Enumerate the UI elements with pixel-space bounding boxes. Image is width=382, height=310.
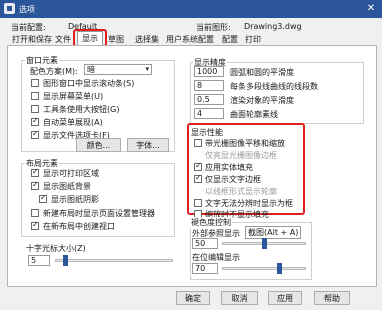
label-wireframe-silhouette: 以线框形式显示轮廓 — [205, 187, 277, 196]
crosshair-size-input[interactable]: 5 — [28, 255, 50, 266]
color-scheme-value: 暗 — [87, 65, 95, 74]
contour-lines-label: 曲面轮廓素线 — [230, 110, 278, 119]
checkbox-solid-fill[interactable] — [194, 161, 202, 171]
ok-button[interactable]: 确定 — [176, 291, 210, 305]
apply-button[interactable]: 应用 — [268, 291, 302, 305]
checkbox-large-buttons[interactable] — [31, 105, 39, 113]
crosshair-slider-thumb[interactable] — [63, 255, 68, 266]
crosshair-slider-track[interactable] — [55, 259, 173, 262]
checkbox-file-tabs[interactable] — [31, 129, 39, 139]
xref-fade-input[interactable]: 50 — [192, 238, 218, 249]
checkbox-paper-shadow[interactable] — [39, 193, 47, 203]
profile-label: 当前配置: — [11, 23, 46, 32]
window-title: 选项 — [19, 5, 35, 14]
polyline-segments-label: 每条多段线曲线的线段数 — [230, 82, 318, 91]
checkbox-auto-menu[interactable] — [31, 116, 39, 126]
checkbox-scrollbars[interactable] — [31, 79, 39, 87]
close-icon[interactable]: ✕ — [364, 2, 378, 16]
checkbox-raster-pan-zoom[interactable] — [194, 139, 202, 147]
label-auto-menu: 自动菜单展现(A) — [43, 118, 103, 127]
label-raster-frame-only: 仅亮显光栅图像边框 — [205, 151, 277, 160]
app-icon — [4, 3, 15, 14]
label-page-setup-manager: 新建布局时显示页面设置管理器 — [43, 209, 155, 218]
label-paper-background: 显示图纸背景 — [43, 182, 91, 191]
label-printable-area: 显示可打印区域 — [43, 169, 99, 178]
drawing-value: Drawing3.dwg — [244, 22, 302, 31]
inplace-fade-slider-track[interactable] — [222, 267, 306, 270]
label-scrollbars: 图形窗口中显示滚动条(S) — [43, 79, 135, 88]
checkbox-create-viewport[interactable] — [31, 220, 39, 230]
inplace-fade-label: 在位编辑显示 — [192, 253, 240, 262]
fonts-button[interactable]: 字体... — [127, 138, 169, 152]
label-paper-shadow: 显示图纸阴影 — [51, 195, 99, 204]
label-large-buttons: 工具条使用大按钮(G) — [43, 105, 120, 114]
arc-smoothness-label: 圆弧和圆的平滑度 — [230, 68, 294, 77]
label-text-as-box: 文字无法分辨时显示为框 — [205, 199, 293, 208]
render-smoothness-label: 渲染对象的平滑度 — [230, 96, 294, 105]
label-screen-menu: 显示屏幕菜单(U) — [43, 92, 104, 101]
checkbox-screen-menu[interactable] — [31, 92, 39, 100]
label-create-viewport: 在新布局中创建视口 — [43, 222, 115, 231]
label-raster-pan-zoom: 带光栅图像平移和缩放 — [205, 139, 285, 148]
render-smoothness-input[interactable]: 0.5 — [194, 94, 224, 105]
help-button[interactable]: 帮助 — [314, 291, 350, 305]
checkbox-text-as-box[interactable] — [194, 199, 202, 207]
color-scheme-select[interactable]: 暗 ▾ — [84, 64, 152, 75]
color-scheme-label: 配色方案(M): — [30, 67, 78, 76]
label-solid-fill: 应用实体填充 — [205, 163, 253, 172]
arc-smoothness-input[interactable]: 1000 — [194, 66, 224, 77]
polyline-segments-input[interactable]: 8 — [194, 80, 224, 91]
checkbox-text-frame[interactable] — [194, 173, 202, 183]
inplace-fade-input[interactable]: 70 — [192, 263, 218, 274]
checkbox-page-setup-manager[interactable] — [31, 209, 39, 217]
xref-fade-slider-thumb[interactable] — [261, 238, 267, 249]
screenshot-tooltip: 截图(Alt + A) — [245, 226, 302, 239]
chevron-down-icon: ▾ — [145, 65, 149, 73]
checkbox-paper-background[interactable] — [31, 180, 39, 190]
inplace-fade-slider-thumb[interactable] — [277, 263, 283, 274]
checkbox-printable-area[interactable] — [31, 167, 39, 177]
title-bar — [0, 0, 382, 18]
drawing-label: 当前图形: — [196, 23, 231, 32]
label-text-frame: 仅显示文字边框 — [205, 175, 261, 184]
window-elements-heading: 窗口元素 — [25, 55, 59, 66]
crosshair-label: 十字光标大小(Z) — [26, 244, 86, 253]
colors-button[interactable]: 颜色... — [76, 138, 121, 152]
contour-lines-input[interactable]: 4 — [194, 108, 224, 119]
cancel-button[interactable]: 取消 — [221, 291, 258, 305]
display-performance-heading: 显示性能 — [191, 128, 223, 137]
fade-control-heading: 褪色度控制 — [190, 217, 232, 228]
